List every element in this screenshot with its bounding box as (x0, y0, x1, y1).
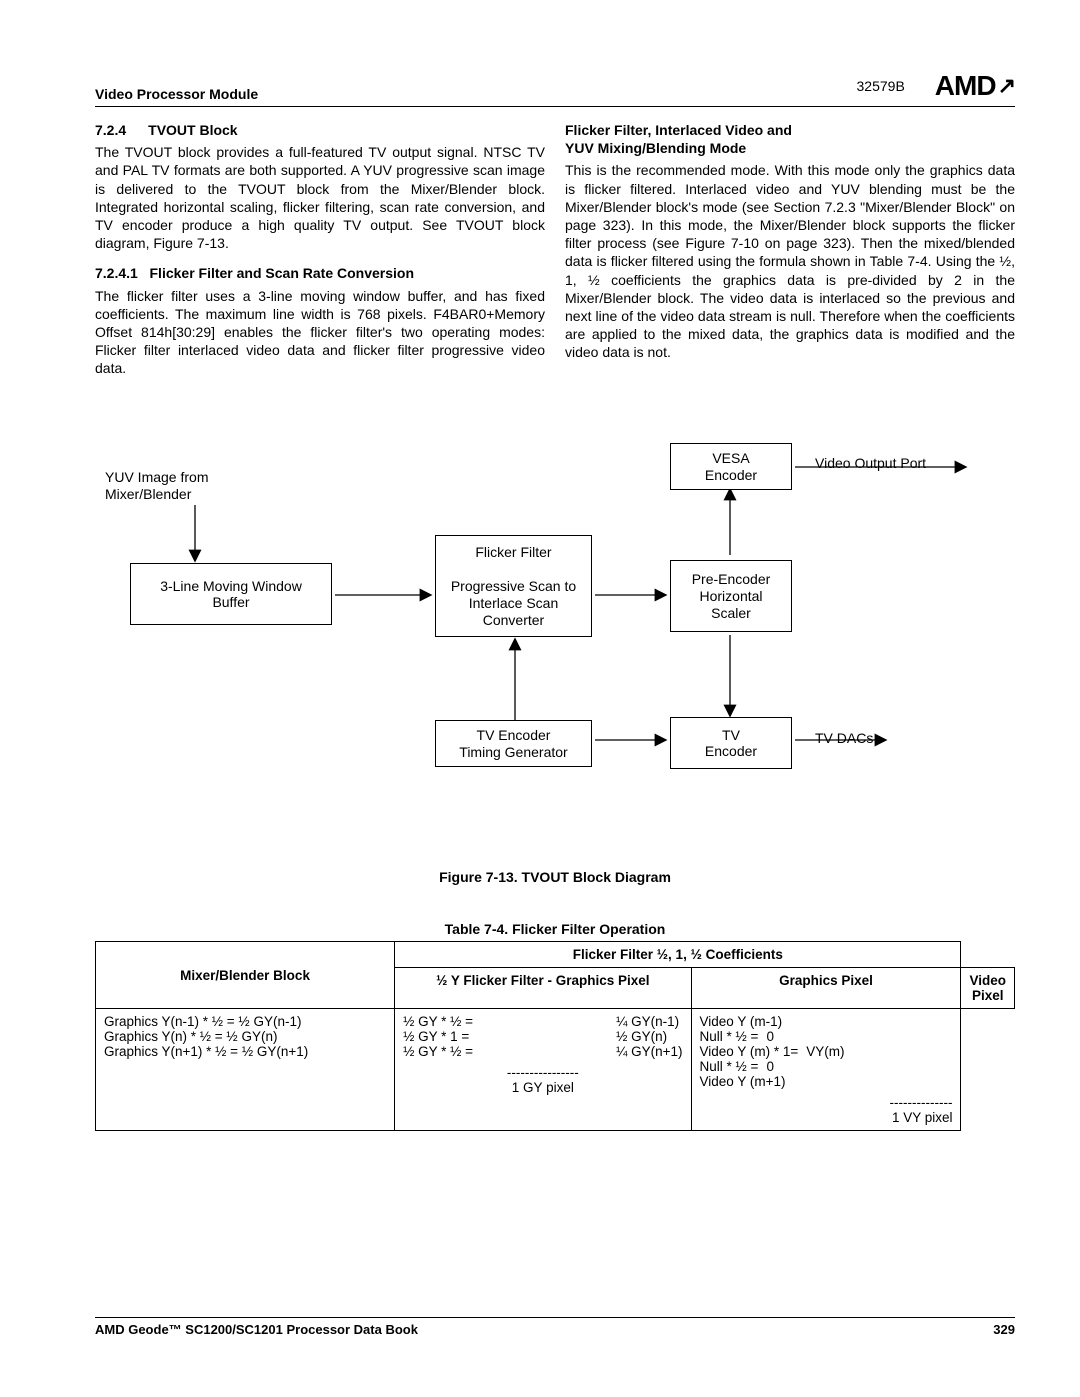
doc-number: 32579B (857, 78, 905, 94)
footer-book-title: AMD Geode™ SC1200/SC1201 Processor Data … (95, 1322, 418, 1337)
tv-dacs-label: TV DACs (815, 730, 873, 747)
flicker-filter-table: Mixer/Blender Block Flicker Filter ½, 1,… (95, 941, 1015, 1131)
section-7-2-4-heading: 7.2.4TVOUT Block (95, 121, 545, 139)
th-gp: Graphics Pixel (691, 968, 961, 1009)
tv-encoder-box: TV Encoder (670, 717, 792, 769)
th-coeff: Flicker Filter ½, 1, ½ Coefficients (395, 942, 961, 968)
timing-gen-box: TV Encoder Timing Generator (435, 720, 592, 767)
right-heading: Flicker Filter, Interlaced Video andYUV … (565, 121, 1015, 157)
diagram-arrows (95, 425, 1015, 865)
tvout-block-diagram: YUV Image from Mixer/Blender 3-Line Movi… (95, 425, 1015, 865)
table-caption: Table 7-4. Flicker Filter Operation (95, 921, 1015, 937)
amd-arrow-icon: ↗ (998, 73, 1015, 99)
page-header: Video Processor Module 32579B AMD↗ (95, 70, 1015, 107)
cell-video-pixel: Video Y (m-1) Null * ½ =0 Video Y (m) * … (691, 1009, 961, 1131)
figure-caption: Figure 7-13. TVOUT Block Diagram (95, 869, 1015, 885)
cell-graphics-pixel: ½ GY * ½ = ½ GY * 1 = ½ GY * ½ = ¼ GY(n-… (395, 1009, 691, 1131)
buffer-box: 3-Line Moving Window Buffer (130, 563, 332, 625)
left-column: 7.2.4TVOUT Block The TVOUT block provide… (95, 121, 545, 385)
section-7-2-4-1-heading: 7.2.4.1 Flicker Filter and Scan Rate Con… (95, 264, 545, 282)
yuv-image-label: YUV Image from Mixer/Blender (105, 469, 208, 503)
video-output-port-label: Video Output Port (815, 455, 926, 472)
section-7-2-4-1-para: The flicker filter uses a 3-line moving … (95, 287, 545, 378)
cell-mixer: Graphics Y(n-1) * ½ = ½ GY(n-1) Graphics… (96, 1009, 395, 1131)
amd-logo: AMD↗ (935, 70, 1015, 102)
flicker-filter-box: Flicker Filter Progressive Scan to Inter… (435, 535, 592, 637)
page-number: 329 (993, 1322, 1015, 1337)
table-row: Graphics Y(n-1) * ½ = ½ GY(n-1) Graphics… (96, 1009, 1015, 1131)
th-vp: Video Pixel (961, 968, 1015, 1009)
table-row: Mixer/Blender Block Flicker Filter ½, 1,… (96, 942, 1015, 968)
vesa-encoder-box: VESA Encoder (670, 443, 792, 490)
scaler-box: Pre-Encoder Horizontal Scaler (670, 560, 792, 632)
section-7-2-4-para: The TVOUT block provides a full-featured… (95, 143, 545, 252)
header-module: Video Processor Module (95, 86, 258, 102)
body-columns: 7.2.4TVOUT Block The TVOUT block provide… (95, 121, 1015, 385)
right-column: Flicker Filter, Interlaced Video andYUV … (565, 121, 1015, 385)
th-half: ½ Y Flicker Filter - Graphics Pixel (395, 968, 691, 1009)
page-footer: AMD Geode™ SC1200/SC1201 Processor Data … (95, 1317, 1015, 1337)
th-mixer: Mixer/Blender Block (96, 942, 395, 1009)
right-para: This is the recommended mode. With this … (565, 161, 1015, 361)
